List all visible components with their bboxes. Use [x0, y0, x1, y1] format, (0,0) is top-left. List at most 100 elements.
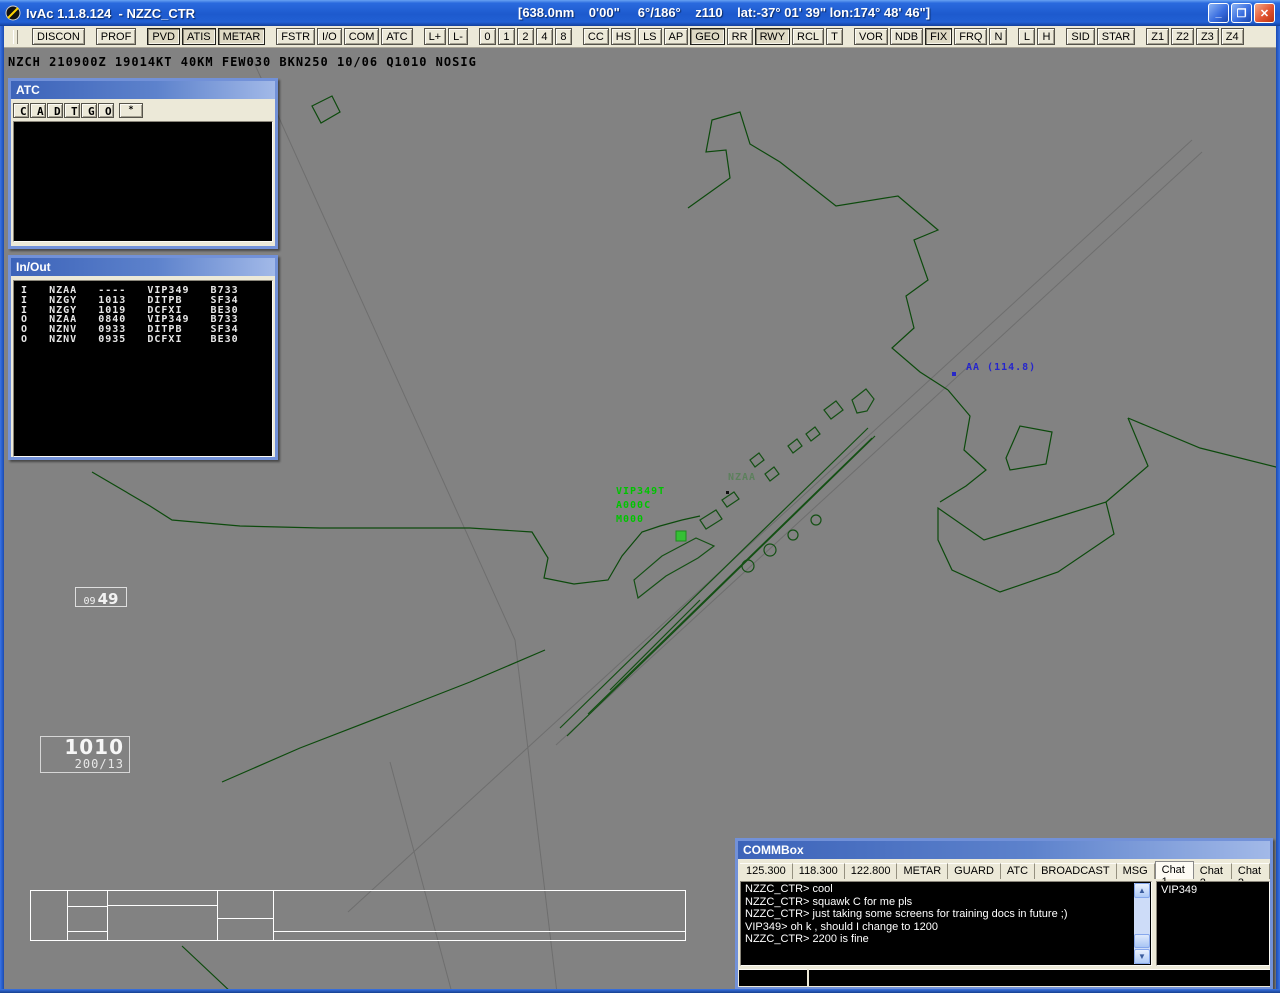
toolbar-button[interactable]: 1	[497, 28, 515, 45]
toolbar-button[interactable]: RCL	[792, 28, 825, 45]
atc-filter-tab[interactable]: G	[81, 103, 97, 118]
commbox-tab[interactable]: 118.300	[792, 863, 845, 879]
toolbar-button[interactable]: 0	[478, 28, 496, 45]
inout-window: In/Out I NZAA ---- VIP349 B733 I NZGY 10…	[8, 255, 278, 460]
atc-filter-tab[interactable]: A	[30, 103, 46, 118]
callsign-input[interactable]	[739, 969, 807, 986]
airport-layout	[559, 388, 876, 737]
toolbar-button[interactable]: L	[1018, 28, 1036, 45]
toolbar-button[interactable]: GEO	[690, 28, 725, 45]
datatag-altitude: A000C	[616, 500, 652, 511]
aircraft-target-vip349[interactable]	[675, 530, 687, 542]
station-list[interactable]: VIP349	[1156, 881, 1270, 966]
strip-bay	[30, 890, 686, 941]
inout-list-area[interactable]: I NZAA ---- VIP349 B733 I NZGY 1013 DITP…	[13, 280, 273, 457]
strip-grid-line	[107, 905, 217, 906]
qnh-box: 1010 200/13	[40, 736, 130, 773]
toolbar-button[interactable]: LS	[638, 28, 662, 45]
station-list-item[interactable]: VIP349	[1161, 884, 1269, 897]
toolbar-button[interactable]: L+	[423, 28, 447, 45]
minimize-button[interactable]: _	[1208, 3, 1229, 23]
commbox-tab[interactable]: Chat 1	[1154, 861, 1194, 888]
chat-area[interactable]: NZZC_CTR> cool NZZC_CTR> squawk C for me…	[740, 881, 1152, 966]
commbox-tab[interactable]: 122.800	[844, 863, 898, 879]
toolbar-button[interactable]: PVD	[147, 28, 180, 45]
toolbar-grip[interactable]	[13, 30, 18, 44]
toolbar-button[interactable]: Z1	[1146, 28, 1170, 45]
toolbar-button[interactable]: FRQ	[954, 28, 988, 45]
commbox-tab[interactable]: 125.300	[740, 863, 793, 879]
toolbar: DISCON PROF PVD ATIS METAR FSTR I/O COM …	[4, 26, 1276, 48]
ivac-app: { "title_bar": { "app_title": "IvAc 1.1.…	[0, 0, 1280, 993]
scroll-up-arrow-icon[interactable]: ▲	[1134, 883, 1150, 898]
airport-label: NZAA	[728, 472, 757, 483]
toolbar-button[interactable]: 8	[554, 28, 572, 45]
chat-message: VIP349> oh k , should I change to 1200	[745, 920, 938, 933]
toolbar-button[interactable]: SID	[1066, 28, 1095, 45]
commbox-tab[interactable]: Chat 3	[1231, 863, 1270, 889]
window-title: IvAc 1.1.8.124 - NZZC_CTR	[26, 5, 196, 21]
commbox-tab[interactable]: GUARD	[948, 863, 1001, 879]
scrollbar-thumb[interactable]	[1134, 934, 1150, 948]
toolbar-button[interactable]: Z3	[1195, 28, 1219, 45]
atc-filter-tabs: C A D T G O *	[11, 99, 275, 120]
scroll-down-arrow-icon[interactable]: ▼	[1134, 949, 1150, 964]
toolbar-button[interactable]: METAR	[217, 28, 266, 45]
toolbar-button[interactable]: T	[826, 28, 844, 45]
flight-row[interactable]: O NZNV 0935 DCFXI BE30	[21, 335, 272, 345]
toolbar-button[interactable]: I/O	[317, 28, 342, 45]
commbox-tab[interactable]: MSG	[1116, 863, 1155, 879]
clock-box: 09 49	[75, 587, 127, 608]
toolbar-button[interactable]: FSTR	[276, 28, 316, 45]
toolbar-button[interactable]: COM	[343, 28, 380, 45]
toolbar-button[interactable]: 2	[516, 28, 534, 45]
commbox-tab[interactable]: ATC	[1000, 863, 1036, 879]
wind-readout: 200/13	[74, 757, 124, 771]
toolbar-button[interactable]: VOR	[854, 28, 888, 45]
toolbar-button[interactable]: ATIS	[181, 28, 216, 45]
airport-dot-nzaa	[726, 491, 729, 494]
strip-grid-line	[67, 906, 107, 907]
atc-filter-tab[interactable]: D	[47, 103, 63, 118]
commbox-tab[interactable]: Chat 2	[1193, 863, 1232, 889]
toolbar-button[interactable]: AP	[663, 28, 689, 45]
toolbar-button[interactable]: PROF	[95, 28, 137, 45]
vor-dot-aa	[952, 372, 956, 376]
atc-window-title[interactable]: ATC	[11, 81, 275, 99]
atc-filter-tab[interactable]: C	[13, 103, 29, 118]
toolbar-button[interactable]: HS	[610, 28, 637, 45]
toolbar-button[interactable]: NDB	[889, 28, 924, 45]
window-border-left	[0, 26, 4, 993]
toolbar-button[interactable]: CC	[582, 28, 609, 45]
atc-filter-tab[interactable]: *	[119, 103, 143, 118]
atc-list-area[interactable]	[13, 121, 273, 242]
clock-minutes: 49	[97, 590, 119, 608]
toolbar-button[interactable]: N	[989, 28, 1008, 45]
toolbar-button[interactable]: L-	[448, 28, 468, 45]
toolbar-button[interactable]: FIX	[925, 28, 953, 45]
close-button[interactable]: ✕	[1254, 3, 1275, 23]
toolbar-button[interactable]: RWY	[754, 28, 791, 45]
strip-grid-line	[107, 891, 108, 940]
chat-scrollbar[interactable]: ▲ ▼	[1134, 883, 1150, 964]
atc-filter-tab[interactable]: O	[98, 103, 114, 118]
inout-window-title[interactable]: In/Out	[11, 258, 275, 276]
commbox-tab[interactable]: METAR	[897, 863, 949, 879]
toolbar-button[interactable]: H	[1037, 28, 1056, 45]
toolbar-button[interactable]: 4	[535, 28, 553, 45]
atc-filter-tab[interactable]: T	[64, 103, 80, 118]
chat-input[interactable]	[809, 969, 1270, 986]
datatag-callsign[interactable]: VIP349T	[616, 485, 665, 499]
toolbar-button[interactable]: Z2	[1171, 28, 1194, 45]
toolbar-button[interactable]: ATC	[381, 28, 413, 45]
aircraft-datatag[interactable]: VIP349T A000C M000	[616, 485, 665, 527]
toolbar-button[interactable]: STAR	[1096, 28, 1136, 45]
commbox-title[interactable]: COMMBox	[738, 841, 1270, 859]
toolbar-button[interactable]: DISCON	[32, 28, 85, 45]
commbox-tab[interactable]: BROADCAST	[1035, 863, 1117, 879]
window-controls: _ ❐ ✕	[1208, 3, 1275, 23]
strip-grid-line	[67, 931, 107, 932]
toolbar-button[interactable]: Z4	[1220, 28, 1244, 45]
maximize-button[interactable]: ❐	[1231, 3, 1252, 23]
toolbar-button[interactable]: RR	[726, 28, 753, 45]
